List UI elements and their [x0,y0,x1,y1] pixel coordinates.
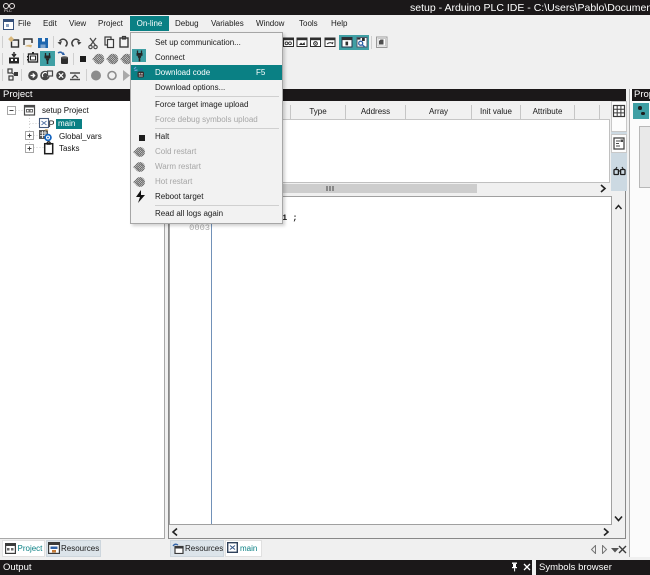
svg-text:P: P [49,119,55,129]
